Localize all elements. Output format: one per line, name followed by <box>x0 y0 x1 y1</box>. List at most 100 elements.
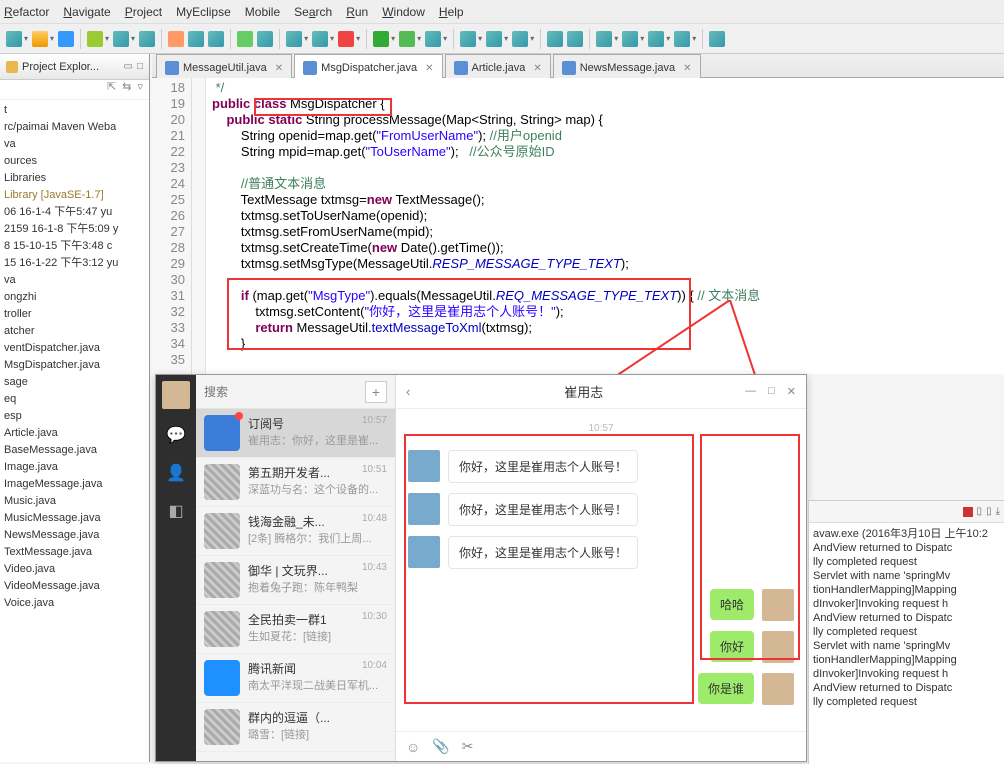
close-icon[interactable]: ✕ <box>787 385 796 398</box>
conversation-item[interactable]: 御华 | 文玩界...10:43抱着兔子跑：陈年鸭梨 <box>196 556 395 605</box>
tree-item[interactable]: Music.java <box>4 493 145 510</box>
menu-navigate[interactable]: Navigate <box>63 5 110 19</box>
conversation-item[interactable]: 订阅号10:57崔用志：你好，这里是崔... <box>196 409 395 458</box>
tree-item[interactable]: Article.java <box>4 425 145 442</box>
tb-icon[interactable] <box>87 31 103 47</box>
menu-search[interactable]: Search <box>294 5 332 19</box>
tree-item[interactable]: TextMessage.java <box>4 544 145 561</box>
max-icon[interactable]: □ <box>768 385 775 398</box>
emoji-icon[interactable]: ☺ <box>406 739 420 755</box>
tree-item[interactable]: Image.java <box>4 459 145 476</box>
menu-window[interactable]: Window <box>382 5 425 19</box>
tree-item[interactable]: sage <box>4 374 145 391</box>
console-output[interactable]: avaw.exe (2016年3月10日 上午10:2 AndView retu… <box>809 523 1004 713</box>
scroll-lock-icon[interactable]: ⤓ <box>996 506 1000 517</box>
tb-icon[interactable] <box>32 31 48 47</box>
tb-icon[interactable] <box>460 31 476 47</box>
tb-icon[interactable] <box>113 31 129 47</box>
code-editor[interactable]: 181920212223242526272829303132333435 */p… <box>152 78 1004 374</box>
tb-icon[interactable] <box>709 31 725 47</box>
tb-icon[interactable] <box>425 31 441 47</box>
restore-icon[interactable]: □ <box>137 61 143 72</box>
back-icon[interactable]: ‹ <box>406 384 410 399</box>
conversation-item[interactable]: 钱海金融_未...10:48[2条] 腾格尔：我们上周... <box>196 507 395 556</box>
self-avatar[interactable] <box>162 381 190 409</box>
message-area[interactable]: 10:57 你好，这里是崔用志个人账号！你好，这里是崔用志个人账号！你好，这里是… <box>396 409 806 731</box>
tree-item[interactable]: NewsMessage.java <box>4 527 145 544</box>
minimize-icon[interactable]: ▭ <box>124 61 133 72</box>
tab-close-icon[interactable]: ✕ <box>683 63 691 74</box>
tab-close-icon[interactable]: ✕ <box>425 63 433 74</box>
code-lines[interactable]: */public class MsgDispatcher { public st… <box>206 78 760 374</box>
conversation-item[interactable]: 腾讯新闻10:04南太平洋现二战美日军机... <box>196 654 395 703</box>
conversation-item[interactable]: 第五期开发者...10:51深蓝功与名：这个设备的... <box>196 458 395 507</box>
min-icon[interactable]: — <box>745 385 756 398</box>
menu-project[interactable]: Project <box>125 5 162 19</box>
tb-icon[interactable] <box>486 31 502 47</box>
console-tool-icon[interactable]: ▯ <box>977 506 983 517</box>
tb-icon[interactable] <box>237 31 253 47</box>
tree-item[interactable]: va <box>4 136 145 153</box>
editor-tab[interactable]: MsgDispatcher.java✕ <box>294 54 442 78</box>
tree-item[interactable]: ImageMessage.java <box>4 476 145 493</box>
tb-icon[interactable] <box>139 31 155 47</box>
debug-icon[interactable] <box>399 31 415 47</box>
tree-item[interactable]: ources <box>4 153 145 170</box>
tree-item[interactable]: 15 16-1-22 下午3:12 yu <box>4 255 145 272</box>
tree-item[interactable]: Voice.java <box>4 595 145 612</box>
tb-icon[interactable] <box>188 31 204 47</box>
project-explorer-tab[interactable]: Project Explor... ▭□ <box>0 54 149 80</box>
conversation-item[interactable]: 群内的逗逼（...璐雪：[链接] <box>196 703 395 752</box>
tree-item[interactable]: 8 15-10-15 下午3:48 c <box>4 238 145 255</box>
tree-item[interactable]: MsgDispatcher.java <box>4 357 145 374</box>
menu-myeclipse[interactable]: MyEclipse <box>176 5 231 19</box>
search-input[interactable] <box>204 381 365 403</box>
new-chat-button[interactable]: + <box>365 381 387 403</box>
menu-icon[interactable]: ▿ <box>137 80 143 99</box>
tree-item[interactable]: atcher <box>4 323 145 340</box>
tree-item[interactable]: eq <box>4 391 145 408</box>
menu-help[interactable]: Help <box>439 5 464 19</box>
tree-item[interactable]: troller <box>4 306 145 323</box>
scissors-icon[interactable]: ✂ <box>462 738 474 755</box>
run-icon[interactable] <box>373 31 389 47</box>
tb-icon[interactable] <box>58 31 74 47</box>
tree-item[interactable]: 2159 16-1-8 下午5:09 y <box>4 221 145 238</box>
tree-item[interactable]: 06 16-1-4 下午5:47 yu <box>4 204 145 221</box>
more-tab-icon[interactable]: ◧ <box>164 499 188 523</box>
menu-refactor[interactable]: Refactor <box>4 5 49 19</box>
collapse-icon[interactable]: ⇱ <box>107 80 116 99</box>
terminate-icon[interactable] <box>963 507 973 517</box>
tb-icon[interactable] <box>547 31 563 47</box>
tree-item[interactable]: Video.java <box>4 561 145 578</box>
tb-icon[interactable] <box>286 31 302 47</box>
tb-icon[interactable] <box>674 31 690 47</box>
tree-item[interactable]: MusicMessage.java <box>4 510 145 527</box>
editor-tab[interactable]: Article.java✕ <box>445 54 551 78</box>
contacts-tab-icon[interactable]: 👤 <box>164 461 188 485</box>
tree-item[interactable]: ongzhi <box>4 289 145 306</box>
tb-icon[interactable] <box>648 31 664 47</box>
project-tree[interactable]: trc/paimai Maven WebavaourcesLibrariesLi… <box>0 100 149 614</box>
tree-item[interactable]: Libraries <box>4 170 145 187</box>
conversation-item[interactable]: 全民拍卖一群110:30生如夏花：[链接] <box>196 605 395 654</box>
tree-item[interactable]: Library [JavaSE-1.7] <box>4 187 145 204</box>
tree-item[interactable]: t <box>4 102 145 119</box>
tb-icon[interactable] <box>208 31 224 47</box>
tb-icon[interactable] <box>596 31 612 47</box>
tree-item[interactable]: rc/paimai Maven Weba <box>4 119 145 136</box>
tb-icon[interactable] <box>312 31 328 47</box>
link-icon[interactable]: ⇆ <box>122 80 131 99</box>
tree-item[interactable]: VideoMessage.java <box>4 578 145 595</box>
menu-mobile[interactable]: Mobile <box>245 5 280 19</box>
tree-item[interactable]: esp <box>4 408 145 425</box>
editor-tab[interactable]: MessageUtil.java✕ <box>156 54 292 78</box>
attach-icon[interactable]: 📎 <box>432 738 449 755</box>
editor-tab[interactable]: NewsMessage.java✕ <box>553 54 701 78</box>
tb-icon[interactable] <box>567 31 583 47</box>
tree-item[interactable]: BaseMessage.java <box>4 442 145 459</box>
console-tool-icon[interactable]: ▯ <box>986 506 992 517</box>
tree-item[interactable]: va <box>4 272 145 289</box>
chat-tab-icon[interactable]: 💬 <box>164 423 188 447</box>
tab-close-icon[interactable]: ✕ <box>533 63 541 74</box>
